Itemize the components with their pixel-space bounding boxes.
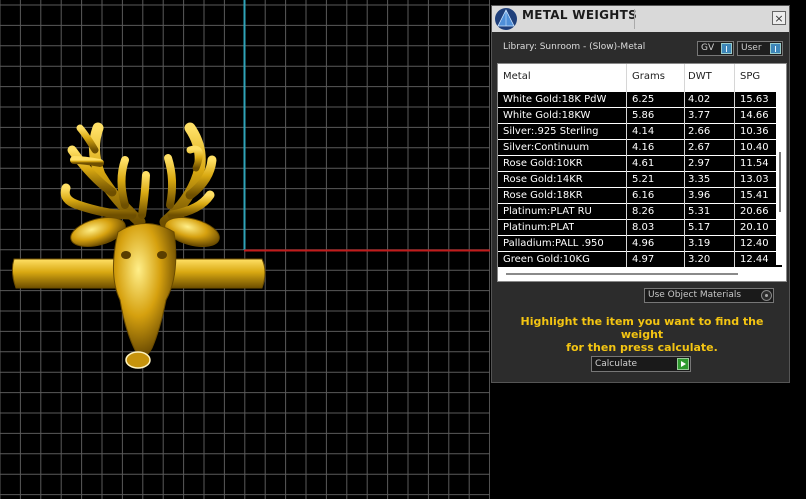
- instructions-text: Highlight the item you want to find the …: [502, 315, 782, 354]
- user-toggle[interactable]: User: [737, 41, 783, 56]
- table-row[interactable]: Rose Gold:18KR 6.16 3.96 15.41: [498, 188, 782, 203]
- table-row[interactable]: Rose Gold:14KR 5.21 3.35 13.03: [498, 172, 782, 187]
- user-toggle-label: User: [741, 43, 762, 53]
- column-header-dwt[interactable]: DWT: [688, 71, 712, 82]
- cell-dwt: 3.96: [688, 190, 711, 201]
- instructions-line-1: Highlight the item you want to find the …: [520, 315, 764, 341]
- toggle-switch-icon: [721, 43, 732, 54]
- cell-spg: 12.44: [740, 254, 769, 265]
- cell-metal: Rose Gold:18KR: [503, 190, 583, 201]
- table-row[interactable]: Palladium:PALL .950 4.96 3.19 12.40: [498, 236, 782, 251]
- cell-metal: White Gold:18KW: [503, 110, 591, 121]
- cell-spg: 15.63: [740, 94, 769, 105]
- column-divider: [626, 64, 627, 268]
- calculate-control[interactable]: Calculate: [591, 356, 691, 372]
- cell-spg: 14.66: [740, 110, 769, 121]
- column-header-spg[interactable]: SPG: [740, 71, 760, 82]
- cell-dwt: 3.20: [688, 254, 711, 265]
- cell-spg: 13.03: [740, 174, 769, 185]
- table-row[interactable]: White Gold:18KW 5.86 3.77 14.66: [498, 108, 782, 123]
- cell-grams: 6.25: [632, 94, 655, 105]
- cell-dwt: 3.19: [688, 238, 711, 249]
- horizontal-scroll-thumb[interactable]: [506, 273, 738, 275]
- cell-dwt: 3.35: [688, 174, 711, 185]
- cell-dwt: 2.97: [688, 158, 711, 169]
- table-header: Metal Grams DWT SPG: [498, 64, 782, 92]
- horizontal-scrollbar[interactable]: [498, 267, 782, 281]
- panel-title: METAL WEIGHTS: [522, 8, 638, 22]
- cell-metal: Silver:Continuum: [503, 142, 590, 153]
- pyramid-logo-icon: [495, 8, 517, 30]
- table-row[interactable]: Green Gold:10KG 4.97 3.20 12.44: [498, 252, 782, 267]
- column-divider: [734, 64, 735, 268]
- library-label: Library: Sunroom - (Slow)-Metal: [503, 42, 646, 52]
- cell-dwt: 5.17: [688, 222, 711, 233]
- cell-spg: 10.40: [740, 142, 769, 153]
- table-row[interactable]: Platinum:PLAT 8.03 5.17 20.10: [498, 220, 782, 235]
- material-dropdown[interactable]: Use Object Materials: [644, 288, 774, 303]
- title-divider: [634, 9, 635, 29]
- cell-metal: Rose Gold:10KR: [503, 158, 583, 169]
- instructions-line-2: for then press calculate.: [566, 341, 718, 354]
- table-row[interactable]: Silver:Continuum 4.16 2.67 10.40: [498, 140, 782, 155]
- toggle-switch-icon: [770, 43, 781, 54]
- cell-dwt: 2.66: [688, 126, 711, 137]
- gv-toggle[interactable]: GV: [697, 41, 734, 56]
- cell-metal: Palladium:PALL .950: [503, 238, 604, 249]
- column-header-grams[interactable]: Grams: [632, 71, 665, 82]
- material-dropdown-value: Use Object Materials: [648, 290, 742, 300]
- cell-grams: 5.86: [632, 110, 655, 121]
- cell-metal: Rose Gold:14KR: [503, 174, 583, 185]
- cell-grams: 4.16: [632, 142, 655, 153]
- panel-titlebar[interactable]: METAL WEIGHTS ×: [492, 6, 789, 32]
- play-icon[interactable]: [677, 358, 689, 370]
- cell-spg: 20.10: [740, 222, 769, 233]
- table-row[interactable]: Rose Gold:10KR 4.61 2.97 11.54: [498, 156, 782, 171]
- cell-grams: 8.26: [632, 206, 655, 217]
- cell-dwt: 3.77: [688, 110, 711, 121]
- cell-grams: 6.16: [632, 190, 655, 201]
- cell-spg: 11.54: [740, 158, 769, 169]
- metal-weights-panel: METAL WEIGHTS × Library: Sunroom - (Slow…: [491, 5, 790, 383]
- gv-toggle-label: GV: [701, 43, 715, 53]
- cell-dwt: 2.67: [688, 142, 711, 153]
- cell-metal: Platinum:PLAT RU: [503, 206, 592, 217]
- close-icon[interactable]: ×: [772, 11, 786, 25]
- table-row[interactable]: Platinum:PLAT RU 8.26 5.31 20.66: [498, 204, 782, 219]
- cell-grams: 4.97: [632, 254, 655, 265]
- vertical-scroll-thumb[interactable]: [779, 152, 781, 212]
- calculate-label: Calculate: [595, 359, 638, 369]
- cell-spg: 12.40: [740, 238, 769, 249]
- cell-spg: 20.66: [740, 206, 769, 217]
- cell-metal: Green Gold:10KG: [503, 254, 590, 265]
- cell-dwt: 5.31: [688, 206, 711, 217]
- cell-metal: Silver:.925 Sterling: [503, 126, 599, 137]
- dropdown-radio-icon[interactable]: [761, 290, 772, 301]
- cell-grams: 5.21: [632, 174, 655, 185]
- table-row[interactable]: White Gold:18K PdW 6.25 4.02 15.63: [498, 92, 782, 107]
- cell-grams: 8.03: [632, 222, 655, 233]
- cell-grams: 4.61: [632, 158, 655, 169]
- 3d-viewport[interactable]: [0, 0, 490, 499]
- cell-metal: White Gold:18K PdW: [503, 94, 607, 105]
- cell-grams: 4.96: [632, 238, 655, 249]
- metal-weights-table[interactable]: Metal Grams DWT SPG White Gold:18K PdW 6.…: [497, 63, 787, 282]
- cell-grams: 4.14: [632, 126, 655, 137]
- cell-spg: 10.36: [740, 126, 769, 137]
- cell-metal: Platinum:PLAT: [503, 222, 575, 233]
- cell-spg: 15.41: [740, 190, 769, 201]
- column-divider: [684, 64, 685, 268]
- table-row[interactable]: Silver:.925 Sterling 4.14 2.66 10.36: [498, 124, 782, 139]
- column-header-metal[interactable]: Metal: [503, 71, 531, 82]
- deer-ring-model[interactable]: [0, 0, 490, 499]
- vertical-scrollbar[interactable]: [776, 64, 786, 265]
- cell-dwt: 4.02: [688, 94, 711, 105]
